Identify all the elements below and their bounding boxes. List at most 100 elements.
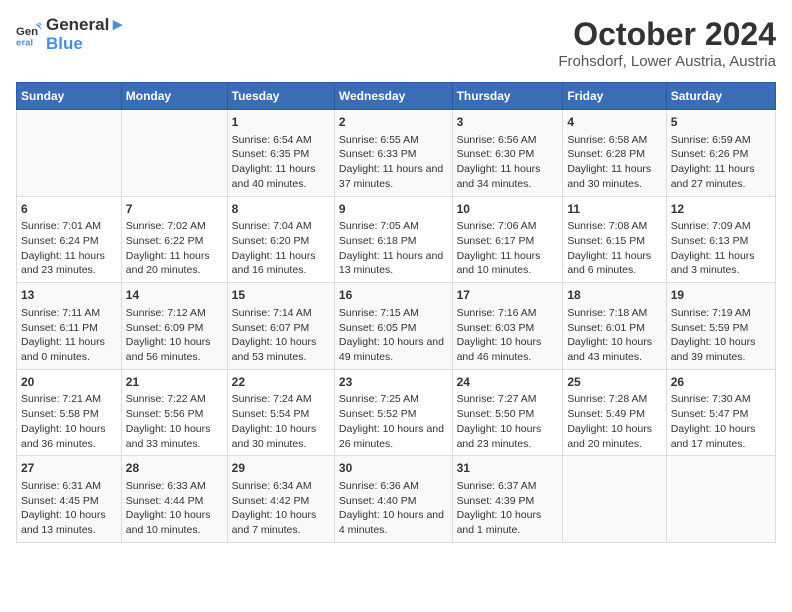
day-number: 10 xyxy=(457,201,559,218)
day-info: Sunrise: 7:18 AM Sunset: 6:01 PM Dayligh… xyxy=(567,306,661,365)
calendar-cell: 15 Sunrise: 7:14 AM Sunset: 6:07 PM Dayli… xyxy=(227,283,334,370)
day-info: Sunrise: 7:06 AM Sunset: 6:17 PM Dayligh… xyxy=(457,219,559,278)
day-info: Sunrise: 7:19 AM Sunset: 5:59 PM Dayligh… xyxy=(671,306,771,365)
calendar-cell: 17 Sunrise: 7:16 AM Sunset: 6:03 PM Dayli… xyxy=(452,283,563,370)
calendar-cell: 11Sunrise: 7:08 AM Sunset: 6:15 PM Dayli… xyxy=(563,196,666,283)
calendar-cell: 16 Sunrise: 7:15 AM Sunset: 6:05 PM Dayli… xyxy=(334,283,452,370)
page-header: Gen eral General► Blue October 2024 Froh… xyxy=(16,16,776,70)
calendar-cell: 8Sunrise: 7:04 AM Sunset: 6:20 PM Daylig… xyxy=(227,196,334,283)
day-number: 19 xyxy=(671,287,771,304)
day-number: 4 xyxy=(567,114,661,131)
weekday-header: Wednesday xyxy=(334,83,452,110)
weekday-header: Tuesday xyxy=(227,83,334,110)
calendar-week-row: 27Sunrise: 6:31 AM Sunset: 4:45 PM Dayli… xyxy=(17,456,776,543)
day-number: 23 xyxy=(339,374,448,391)
calendar-cell: 29Sunrise: 6:34 AM Sunset: 4:42 PM Dayli… xyxy=(227,456,334,543)
day-number: 25 xyxy=(567,374,661,391)
calendar-week-row: 6Sunrise: 7:01 AM Sunset: 6:24 PM Daylig… xyxy=(17,196,776,283)
calendar-cell: 7Sunrise: 7:02 AM Sunset: 6:22 PM Daylig… xyxy=(121,196,227,283)
day-info: Sunrise: 7:21 AM Sunset: 5:58 PM Dayligh… xyxy=(21,392,117,451)
day-number: 5 xyxy=(671,114,771,131)
calendar-week-row: 1 Sunrise: 6:54 AM Sunset: 6:35 PM Daylig… xyxy=(17,110,776,197)
day-info: Sunrise: 7:15 AM Sunset: 6:05 PM Dayligh… xyxy=(339,306,448,365)
day-number: 9 xyxy=(339,201,448,218)
day-number: 15 xyxy=(232,287,330,304)
day-info: Sunrise: 7:27 AM Sunset: 5:50 PM Dayligh… xyxy=(457,392,559,451)
day-number: 30 xyxy=(339,460,448,477)
day-info: Sunrise: 7:22 AM Sunset: 5:56 PM Dayligh… xyxy=(126,392,223,451)
day-number: 28 xyxy=(126,460,223,477)
day-info: Sunrise: 7:12 AM Sunset: 6:09 PM Dayligh… xyxy=(126,306,223,365)
day-number: 16 xyxy=(339,287,448,304)
day-number: 24 xyxy=(457,374,559,391)
day-number: 31 xyxy=(457,460,559,477)
day-info: Sunrise: 7:08 AM Sunset: 6:15 PM Dayligh… xyxy=(567,219,661,278)
calendar-cell: 20Sunrise: 7:21 AM Sunset: 5:58 PM Dayli… xyxy=(17,369,122,456)
calendar-cell: 4Sunrise: 6:58 AM Sunset: 6:28 PM Daylig… xyxy=(563,110,666,197)
day-number: 20 xyxy=(21,374,117,391)
day-number: 26 xyxy=(671,374,771,391)
svg-text:eral: eral xyxy=(16,37,33,48)
calendar-cell xyxy=(666,456,775,543)
day-info: Sunrise: 6:36 AM Sunset: 4:40 PM Dayligh… xyxy=(339,479,448,538)
day-number: 18 xyxy=(567,287,661,304)
calendar-cell: 1 Sunrise: 6:54 AM Sunset: 6:35 PM Daylig… xyxy=(227,110,334,197)
weekday-header: Friday xyxy=(563,83,666,110)
calendar-cell xyxy=(563,456,666,543)
day-number: 13 xyxy=(21,287,117,304)
location: Frohsdorf, Lower Austria, Austria xyxy=(558,53,776,70)
day-number: 14 xyxy=(126,287,223,304)
calendar-cell: 23Sunrise: 7:25 AM Sunset: 5:52 PM Dayli… xyxy=(334,369,452,456)
calendar-cell: 30 Sunrise: 6:36 AM Sunset: 4:40 PM Dayli… xyxy=(334,456,452,543)
day-info: Sunrise: 6:33 AM Sunset: 4:44 PM Dayligh… xyxy=(126,479,223,538)
day-info: Sunrise: 7:16 AM Sunset: 6:03 PM Dayligh… xyxy=(457,306,559,365)
calendar-cell: 13 Sunrise: 7:11 AM Sunset: 6:11 PM Dayli… xyxy=(17,283,122,370)
day-number: 12 xyxy=(671,201,771,218)
title-block: October 2024 Frohsdorf, Lower Austria, A… xyxy=(558,16,776,70)
day-number: 17 xyxy=(457,287,559,304)
day-number: 2 xyxy=(339,114,448,131)
day-number: 29 xyxy=(232,460,330,477)
calendar-cell: 28 Sunrise: 6:33 AM Sunset: 4:44 PM Dayli… xyxy=(121,456,227,543)
calendar-cell: 12Sunrise: 7:09 AM Sunset: 6:13 PM Dayli… xyxy=(666,196,775,283)
logo-general: General► xyxy=(46,16,126,35)
calendar-week-row: 13 Sunrise: 7:11 AM Sunset: 6:11 PM Dayli… xyxy=(17,283,776,370)
month-title: October 2024 xyxy=(558,16,776,53)
day-info: Sunrise: 7:14 AM Sunset: 6:07 PM Dayligh… xyxy=(232,306,330,365)
calendar-cell: 27Sunrise: 6:31 AM Sunset: 4:45 PM Dayli… xyxy=(17,456,122,543)
calendar-table: SundayMondayTuesdayWednesdayThursdayFrid… xyxy=(16,82,776,543)
svg-text:Gen: Gen xyxy=(16,26,38,38)
day-number: 11 xyxy=(567,201,661,218)
logo: Gen eral General► Blue xyxy=(16,16,126,53)
calendar-cell: 3Sunrise: 6:56 AM Sunset: 6:30 PM Daylig… xyxy=(452,110,563,197)
day-number: 21 xyxy=(126,374,223,391)
calendar-cell: 19 Sunrise: 7:19 AM Sunset: 5:59 PM Dayli… xyxy=(666,283,775,370)
calendar-cell: 2Sunrise: 6:55 AM Sunset: 6:33 PM Daylig… xyxy=(334,110,452,197)
calendar-cell xyxy=(121,110,227,197)
calendar-cell: 31 Sunrise: 6:37 AM Sunset: 4:39 PM Dayli… xyxy=(452,456,563,543)
logo-blue: Blue xyxy=(46,35,126,54)
day-number: 3 xyxy=(457,114,559,131)
calendar-cell: 22Sunrise: 7:24 AM Sunset: 5:54 PM Dayli… xyxy=(227,369,334,456)
logo-icon: Gen eral xyxy=(16,21,44,49)
day-info: Sunrise: 6:54 AM Sunset: 6:35 PM Dayligh… xyxy=(232,133,330,192)
day-info: Sunrise: 7:24 AM Sunset: 5:54 PM Dayligh… xyxy=(232,392,330,451)
day-info: Sunrise: 6:31 AM Sunset: 4:45 PM Dayligh… xyxy=(21,479,117,538)
day-number: 6 xyxy=(21,201,117,218)
day-info: Sunrise: 7:01 AM Sunset: 6:24 PM Dayligh… xyxy=(21,219,117,278)
day-info: Sunrise: 6:37 AM Sunset: 4:39 PM Dayligh… xyxy=(457,479,559,538)
day-number: 22 xyxy=(232,374,330,391)
day-info: Sunrise: 7:04 AM Sunset: 6:20 PM Dayligh… xyxy=(232,219,330,278)
weekday-header-row: SundayMondayTuesdayWednesdayThursdayFrid… xyxy=(17,83,776,110)
day-info: Sunrise: 7:09 AM Sunset: 6:13 PM Dayligh… xyxy=(671,219,771,278)
calendar-cell: 18 Sunrise: 7:18 AM Sunset: 6:01 PM Dayli… xyxy=(563,283,666,370)
day-info: Sunrise: 7:28 AM Sunset: 5:49 PM Dayligh… xyxy=(567,392,661,451)
day-number: 1 xyxy=(232,114,330,131)
calendar-cell xyxy=(17,110,122,197)
calendar-cell: 14 Sunrise: 7:12 AM Sunset: 6:09 PM Dayli… xyxy=(121,283,227,370)
weekday-header: Thursday xyxy=(452,83,563,110)
day-info: Sunrise: 6:59 AM Sunset: 6:26 PM Dayligh… xyxy=(671,133,771,192)
day-info: Sunrise: 7:11 AM Sunset: 6:11 PM Dayligh… xyxy=(21,306,117,365)
calendar-cell: 21Sunrise: 7:22 AM Sunset: 5:56 PM Dayli… xyxy=(121,369,227,456)
day-number: 7 xyxy=(126,201,223,218)
